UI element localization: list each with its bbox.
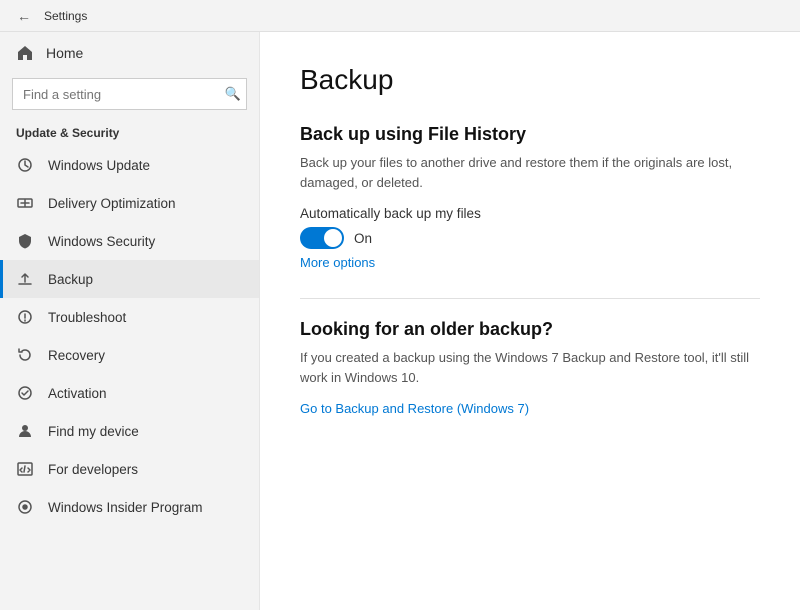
main-container: Home 🔍 Update & Security Windows Update (0, 32, 800, 610)
windows-insider-label: Windows Insider Program (48, 500, 203, 515)
delivery-optimization-label: Delivery Optimization (48, 196, 176, 211)
backup-icon (16, 270, 34, 288)
recovery-icon (16, 346, 34, 364)
titlebar: ← Settings (0, 0, 800, 32)
sidebar-item-activation[interactable]: Activation (0, 374, 259, 412)
activation-icon (16, 384, 34, 402)
sidebar-item-recovery[interactable]: Recovery (0, 336, 259, 374)
section-divider (300, 298, 760, 299)
windows-security-icon (16, 232, 34, 250)
search-icon: 🔍 (225, 86, 241, 102)
search-input[interactable] (12, 78, 247, 110)
sidebar-item-home[interactable]: Home (0, 32, 259, 74)
sidebar-item-troubleshoot[interactable]: Troubleshoot (0, 298, 259, 336)
toggle-on-label: On (354, 231, 372, 246)
activation-label: Activation (48, 386, 107, 401)
more-options-link[interactable]: More options (300, 255, 760, 270)
find-my-device-icon (16, 422, 34, 440)
sidebar-item-for-developers[interactable]: For developers (0, 450, 259, 488)
home-icon (16, 44, 34, 62)
find-my-device-label: Find my device (48, 424, 139, 439)
delivery-optimization-icon (16, 194, 34, 212)
back-icon: ← (17, 8, 31, 24)
for-developers-icon (16, 460, 34, 478)
back-button[interactable]: ← (12, 4, 36, 28)
troubleshoot-icon (16, 308, 34, 326)
home-label: Home (46, 45, 83, 61)
auto-backup-toggle[interactable] (300, 227, 344, 249)
file-history-heading: Back up using File History (300, 124, 760, 145)
sidebar-item-windows-update[interactable]: Windows Update (0, 146, 259, 184)
older-backup-description: If you created a backup using the Window… (300, 348, 760, 387)
toggle-row: On (300, 227, 760, 249)
sidebar-item-windows-security[interactable]: Windows Security (0, 222, 259, 260)
windows-insider-icon (16, 498, 34, 516)
windows-update-label: Windows Update (48, 158, 150, 173)
search-box[interactable]: 🔍 (12, 78, 247, 110)
content-area: Backup Back up using File History Back u… (260, 32, 800, 610)
recovery-label: Recovery (48, 348, 105, 363)
sidebar-item-windows-insider[interactable]: Windows Insider Program (0, 488, 259, 526)
windows-update-icon (16, 156, 34, 174)
file-history-description: Back up your files to another drive and … (300, 153, 760, 192)
go-to-backup-restore-link[interactable]: Go to Backup and Restore (Windows 7) (300, 401, 760, 416)
backup-label: Backup (48, 272, 93, 287)
for-developers-label: For developers (48, 462, 138, 477)
page-title: Backup (300, 64, 760, 96)
sidebar-item-backup[interactable]: Backup (0, 260, 259, 298)
auto-backup-label: Automatically back up my files (300, 206, 760, 221)
windows-security-label: Windows Security (48, 234, 155, 249)
sidebar-item-find-my-device[interactable]: Find my device (0, 412, 259, 450)
older-backup-heading: Looking for an older backup? (300, 319, 760, 340)
sidebar-section-title: Update & Security (0, 118, 259, 146)
sidebar-item-delivery-optimization[interactable]: Delivery Optimization (0, 184, 259, 222)
troubleshoot-label: Troubleshoot (48, 310, 126, 325)
sidebar: Home 🔍 Update & Security Windows Update (0, 32, 260, 610)
titlebar-title: Settings (44, 9, 87, 23)
